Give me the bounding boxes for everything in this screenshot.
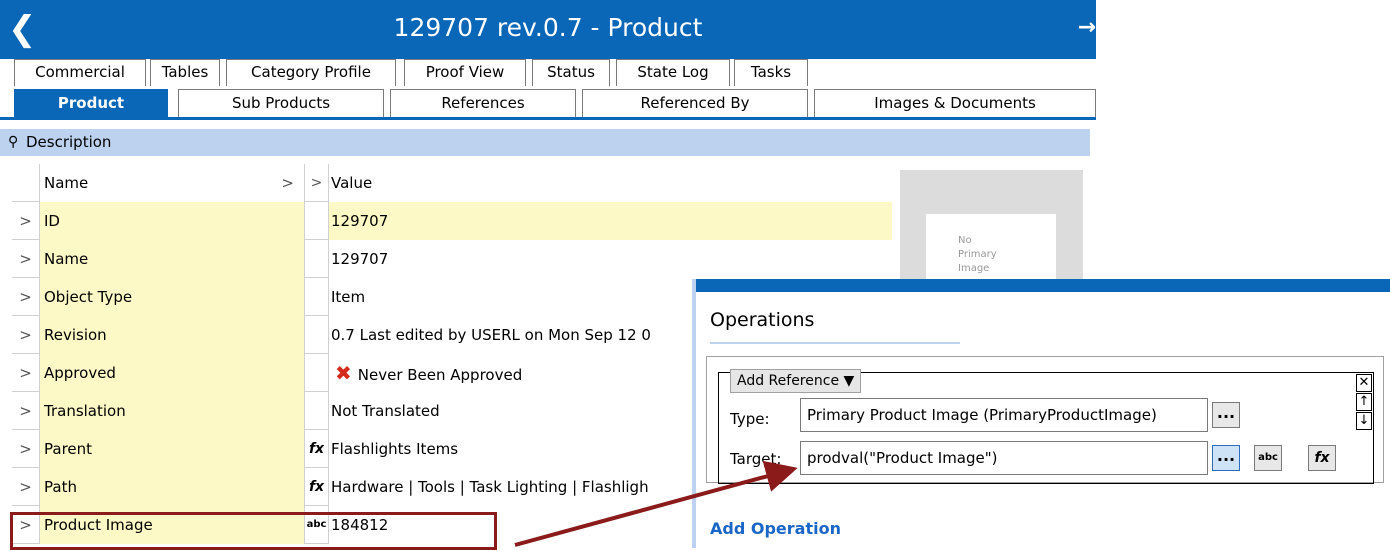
add-operation-link[interactable]: Add Operation [710, 519, 841, 538]
row-marker [305, 278, 329, 316]
row-expand-icon[interactable]: > [12, 430, 40, 468]
column-expand-icon[interactable]: > [281, 164, 294, 202]
operations-topbar [696, 279, 1390, 292]
row-label: ID [40, 202, 305, 240]
tab-row-primary: Product Sub Products References Referenc… [0, 86, 1096, 120]
arrow-pin-icon[interactable]: → [1078, 14, 1096, 42]
no-image-text: No Primary Image [958, 235, 997, 274]
grid-row-id[interactable]: > ID 129707 [12, 202, 892, 240]
close-icon[interactable]: ✕ [1356, 374, 1372, 392]
arrow-up-icon[interactable]: ↑ [1356, 393, 1372, 411]
section-description-header[interactable]: ⚲ Description [0, 129, 1090, 156]
row-label: Path [40, 468, 305, 506]
type-field[interactable]: Primary Product Image (PrimaryProductIma… [800, 398, 1208, 432]
target-browse-button[interactable]: ... [1212, 445, 1240, 471]
type-label: Type: [730, 410, 770, 428]
row-label: Revision [40, 316, 305, 354]
row-label: Object Type [40, 278, 305, 316]
row-label: Approved [40, 354, 305, 392]
grid-header-value[interactable]: Value [329, 164, 892, 202]
row-label: Translation [40, 392, 305, 430]
window-titlebar: ❮ 129707 rev.0.7 - Product → [0, 0, 1096, 59]
section-title: Description [26, 133, 112, 151]
row-label: Parent [40, 430, 305, 468]
grid-header-name[interactable]: Name > [40, 164, 305, 202]
grid-header-mid[interactable]: > [305, 164, 329, 202]
tab-references[interactable]: References [390, 89, 576, 117]
row-marker [305, 354, 329, 392]
arrow-down-icon[interactable]: ↓ [1356, 412, 1372, 430]
row-value[interactable]: 129707 [329, 202, 892, 240]
tab-category-profile[interactable]: Category Profile [226, 59, 396, 86]
row-expand-icon[interactable]: > [12, 202, 40, 240]
row-expand-icon[interactable]: > [12, 316, 40, 354]
row-expand-icon[interactable]: > [12, 240, 40, 278]
tab-state-log[interactable]: State Log [616, 59, 730, 86]
row-marker [305, 202, 329, 240]
function-icon[interactable]: fx [305, 468, 329, 506]
caret-down-icon: ▼ [843, 373, 855, 389]
target-field[interactable]: prodval("Product Image") [800, 441, 1208, 475]
tab-row-secondary: Commercial Tables Category Profile Proof… [0, 59, 1096, 86]
row-expand-icon[interactable]: > [12, 278, 40, 316]
function-mode-button[interactable]: fx [1308, 445, 1336, 471]
tab-commercial[interactable]: Commercial [14, 59, 146, 86]
tab-status[interactable]: Status [532, 59, 610, 86]
row-expand-icon[interactable]: > [12, 354, 40, 392]
tab-referenced-by[interactable]: Referenced By [582, 89, 808, 117]
error-x-icon: ✖ [335, 361, 352, 385]
row-label: Name [40, 240, 305, 278]
row-value[interactable]: 129707 [329, 240, 892, 278]
target-label: Target: [730, 450, 782, 468]
text-mode-button[interactable]: abc [1254, 445, 1282, 471]
callout-highlight-box [10, 512, 497, 550]
operations-title-underline [710, 342, 960, 344]
row-value: Never Been Approved [357, 366, 523, 384]
window-title: 129707 rev.0.7 - Product [393, 13, 703, 42]
tab-tables[interactable]: Tables [150, 59, 220, 86]
operation-controls: ✕ ↑ ↓ [1356, 374, 1372, 431]
operations-panel: Operations Add Reference ▼ Type: Primary… [692, 279, 1390, 548]
row-marker [305, 316, 329, 354]
tab-sub-products[interactable]: Sub Products [178, 89, 384, 117]
grid-header-spacer [12, 164, 40, 202]
row-marker [305, 392, 329, 430]
tab-tasks[interactable]: Tasks [734, 59, 808, 86]
row-expand-icon[interactable]: > [12, 468, 40, 506]
row-expand-icon[interactable]: > [12, 392, 40, 430]
operation-type-dropdown[interactable]: Add Reference ▼ [730, 369, 862, 393]
type-browse-button[interactable]: ... [1212, 402, 1240, 428]
grid-header-row: Name > > Value [12, 164, 892, 202]
tab-product[interactable]: Product [14, 89, 168, 117]
tab-images-documents[interactable]: Images & Documents [814, 89, 1096, 117]
function-icon[interactable]: fx [305, 430, 329, 468]
tab-proof-view[interactable]: Proof View [404, 59, 526, 86]
pin-icon[interactable]: ⚲ [8, 129, 18, 156]
row-marker [305, 240, 329, 278]
operations-title: Operations [710, 309, 815, 331]
grid-row-name[interactable]: > Name 129707 [12, 240, 892, 278]
